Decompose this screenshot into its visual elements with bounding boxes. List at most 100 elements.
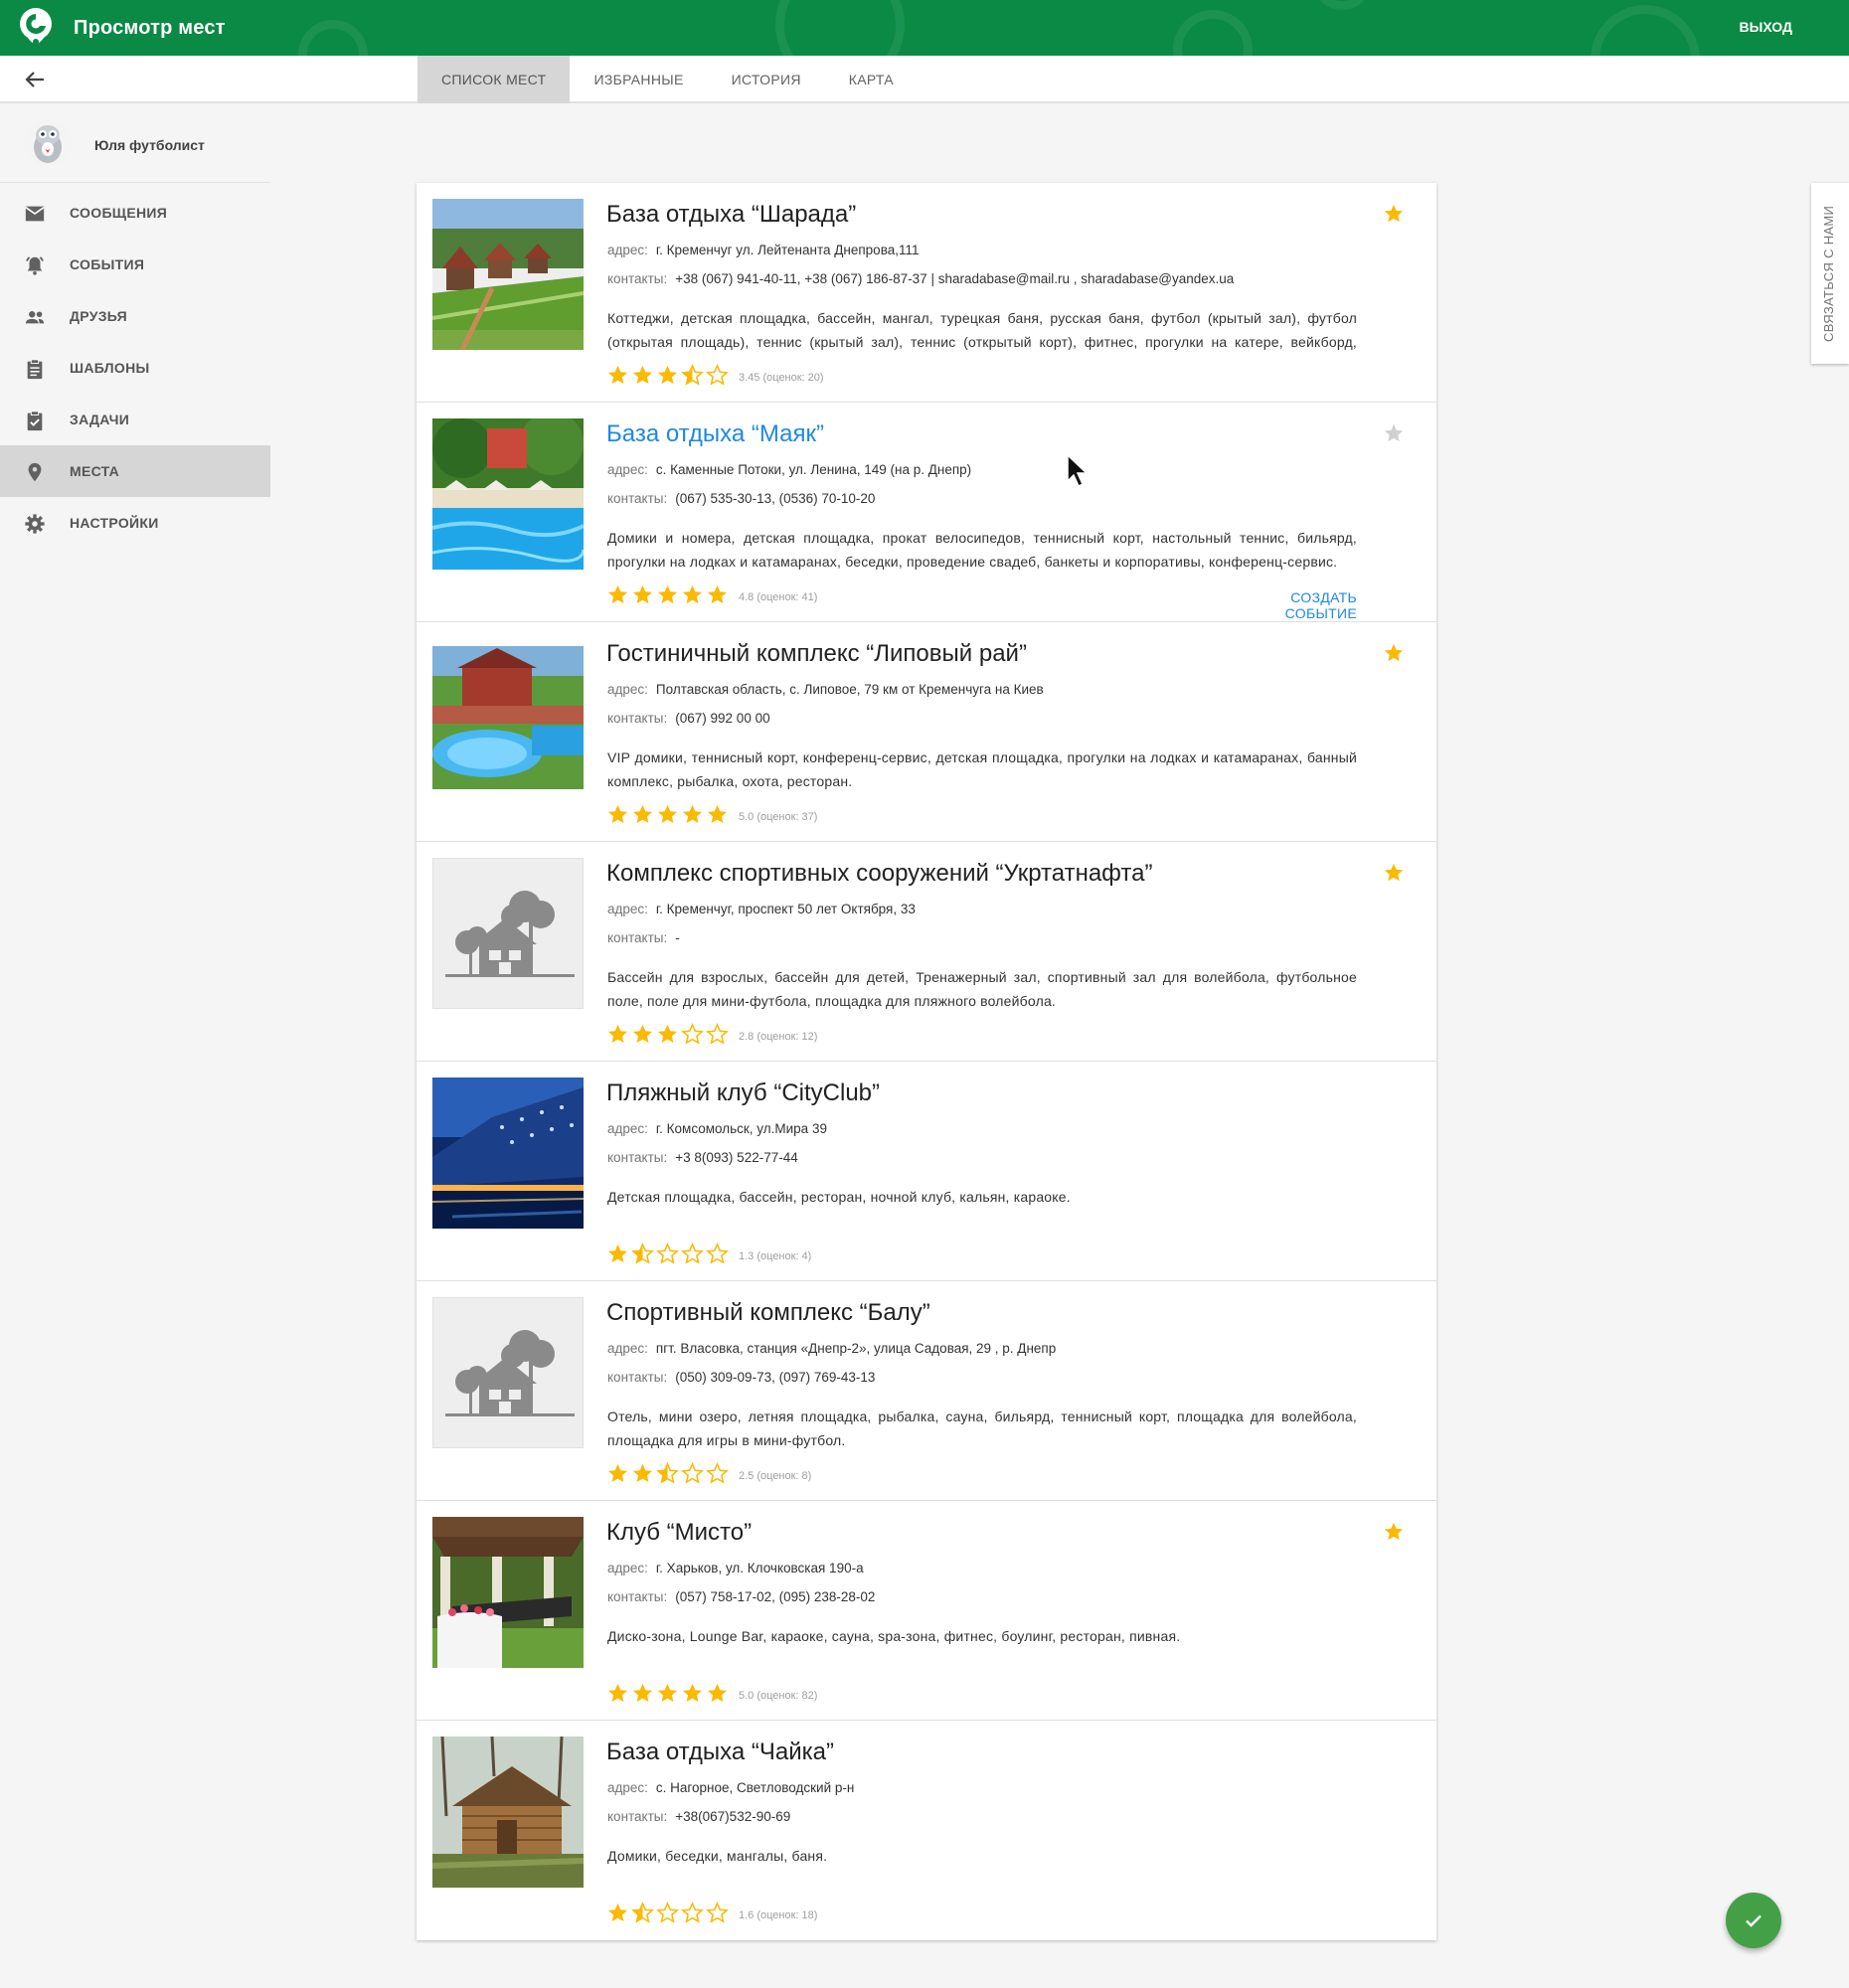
sidebar-item-templates[interactable]: ШАБЛОНЫ [0, 342, 270, 394]
sidebar-item-places[interactable]: МЕСТА [0, 445, 270, 497]
place-card[interactable]: База отдыха “Чайка” адрес: с. Нагорное, С… [417, 1721, 1436, 1940]
place-title[interactable]: База отдыха “Маяк” [606, 420, 824, 448]
place-title[interactable]: Спортивный комплекс “Балу” [606, 1299, 930, 1327]
place-title[interactable]: Комплекс спортивных сооружений “Укртатна… [606, 860, 1152, 888]
sidebar-item-friends[interactable]: ДРУЗЬЯ [0, 290, 270, 342]
star-half-icon[interactable] [681, 364, 704, 392]
avatar[interactable] [24, 119, 72, 167]
star-empty-icon[interactable] [706, 1462, 729, 1490]
star-empty-icon[interactable] [706, 1023, 729, 1051]
star-full-icon[interactable] [606, 1462, 629, 1490]
place-photo-resort[interactable] [432, 646, 584, 789]
place-card[interactable]: Пляжный клуб “CityClub” адрес: г. Комсомо… [417, 1062, 1436, 1281]
star-full-icon[interactable] [706, 803, 729, 831]
place-title[interactable]: База отдыха “Чайка” [606, 1739, 834, 1766]
star-full-icon[interactable] [606, 1023, 629, 1051]
rating-stars[interactable] [606, 1462, 729, 1490]
star-full-icon[interactable] [606, 364, 629, 392]
star-full-icon[interactable] [606, 803, 629, 831]
star-full-icon[interactable] [656, 364, 679, 392]
rating-stars[interactable] [606, 364, 729, 392]
place-photo-lounge[interactable] [432, 1517, 584, 1668]
place-photo-placeholder[interactable] [432, 858, 584, 1009]
rating-text: 5.0 (оценок: 37) [739, 811, 818, 823]
rating-stars[interactable] [606, 1023, 729, 1051]
rating-text: 2.8 (оценок: 12) [739, 1031, 818, 1043]
star-half-icon[interactable] [631, 1902, 654, 1929]
star-empty-icon[interactable] [681, 1242, 704, 1270]
place-title[interactable]: Гостиничный комплекс “Липовый рай” [606, 640, 1027, 668]
rating-stars[interactable] [606, 1682, 729, 1710]
rating-stars[interactable] [606, 1242, 729, 1270]
star-full-icon[interactable] [681, 583, 704, 611]
rating-stars[interactable] [606, 1902, 729, 1929]
place-photo-cottages[interactable] [432, 199, 584, 350]
place-card[interactable]: База отдыха “Маяк” адрес: с. Каменные Пот… [417, 403, 1436, 622]
tab-history[interactable]: ИСТОРИЯ [708, 56, 825, 103]
place-address: адрес: Полтавская область, с. Липовое, 79… [607, 682, 1044, 697]
star-empty-icon[interactable] [681, 1462, 704, 1490]
place-photo-wooden-house[interactable] [432, 1737, 584, 1888]
star-empty-icon[interactable] [706, 1902, 729, 1929]
star-full-icon[interactable] [631, 364, 654, 392]
favorite-star-icon[interactable] [1383, 1521, 1405, 1543]
user-profile[interactable]: Юля футболист [0, 103, 270, 183]
place-photo-pool[interactable] [432, 418, 584, 570]
star-full-icon[interactable] [606, 1902, 629, 1929]
sidebar-item-messages[interactable]: СООБЩЕНИЯ [0, 187, 270, 239]
star-full-icon[interactable] [631, 583, 654, 611]
place-title[interactable]: Пляжный клуб “CityClub” [606, 1079, 880, 1107]
place-photo-placeholder[interactable] [432, 1297, 584, 1448]
favorite-star-icon[interactable] [1383, 422, 1405, 444]
tab-favorites[interactable]: ИЗБРАННЫЕ [570, 56, 707, 103]
sidebar-item-events[interactable]: СОБЫТИЯ [0, 239, 270, 290]
star-full-icon[interactable] [606, 1682, 629, 1710]
app-logo-icon[interactable] [18, 6, 58, 50]
favorite-star-icon[interactable] [1383, 203, 1405, 225]
rating-stars[interactable] [606, 803, 729, 831]
place-card[interactable]: Спортивный комплекс “Балу” адрес: пгт. Вл… [417, 1281, 1436, 1501]
place-photo-night-club[interactable] [432, 1077, 584, 1229]
star-half-icon[interactable] [631, 1242, 654, 1270]
place-card[interactable]: Комплекс спортивных сооружений “Укртатна… [417, 842, 1436, 1062]
star-empty-icon[interactable] [656, 1902, 679, 1929]
contact-us-tab[interactable]: СВЯЗАТЬСЯ С НАМИ [1811, 183, 1849, 364]
star-full-icon[interactable] [681, 803, 704, 831]
star-full-icon[interactable] [656, 583, 679, 611]
place-card[interactable]: Гостиничный комплекс “Липовый рай” адрес… [417, 622, 1436, 842]
rating-stars[interactable] [606, 583, 729, 611]
star-full-icon[interactable] [631, 1023, 654, 1051]
place-card[interactable]: Клуб “Мисто” адрес: г. Харьков, ул. Клочк… [417, 1501, 1436, 1721]
back-arrow-icon[interactable] [22, 68, 50, 91]
place-contacts: контакты: +38 (067) 941-40-11, +38 (067) … [607, 271, 1234, 286]
place-title[interactable]: База отдыха “Шарада” [606, 201, 856, 229]
star-full-icon[interactable] [706, 1682, 729, 1710]
favorite-star-icon[interactable] [1383, 642, 1405, 664]
place-card[interactable]: База отдыха “Шарада” адрес: г. Кременчуг … [417, 183, 1436, 403]
favorite-star-icon[interactable] [1383, 862, 1405, 884]
star-empty-icon[interactable] [681, 1023, 704, 1051]
star-full-icon[interactable] [656, 803, 679, 831]
star-full-icon[interactable] [631, 1462, 654, 1490]
star-empty-icon[interactable] [681, 1902, 704, 1929]
create-event-button[interactable]: СОЗДАТЬ СОБЫТИЕ [1232, 589, 1357, 621]
star-full-icon[interactable] [681, 1682, 704, 1710]
star-empty-icon[interactable] [706, 1242, 729, 1270]
tab-map[interactable]: КАРТА [825, 56, 918, 103]
place-title[interactable]: Клуб “Мисто” [606, 1519, 752, 1547]
star-full-icon[interactable] [706, 583, 729, 611]
star-half-icon[interactable] [656, 1462, 679, 1490]
star-full-icon[interactable] [606, 583, 629, 611]
star-full-icon[interactable] [656, 1682, 679, 1710]
star-full-icon[interactable] [606, 1242, 629, 1270]
sidebar-item-settings[interactable]: НАСТРОЙКИ [0, 497, 270, 549]
star-full-icon[interactable] [656, 1023, 679, 1051]
sidebar-item-tasks[interactable]: ЗАДАЧИ [0, 394, 270, 445]
star-empty-icon[interactable] [706, 364, 729, 392]
tab-places-list[interactable]: СПИСОК МЕСТ [418, 56, 571, 103]
star-full-icon[interactable] [631, 1682, 654, 1710]
star-empty-icon[interactable] [656, 1242, 679, 1270]
star-full-icon[interactable] [631, 803, 654, 831]
exit-button[interactable]: ВЫХОД [1740, 19, 1792, 35]
confirm-fab-button[interactable] [1726, 1893, 1781, 1948]
